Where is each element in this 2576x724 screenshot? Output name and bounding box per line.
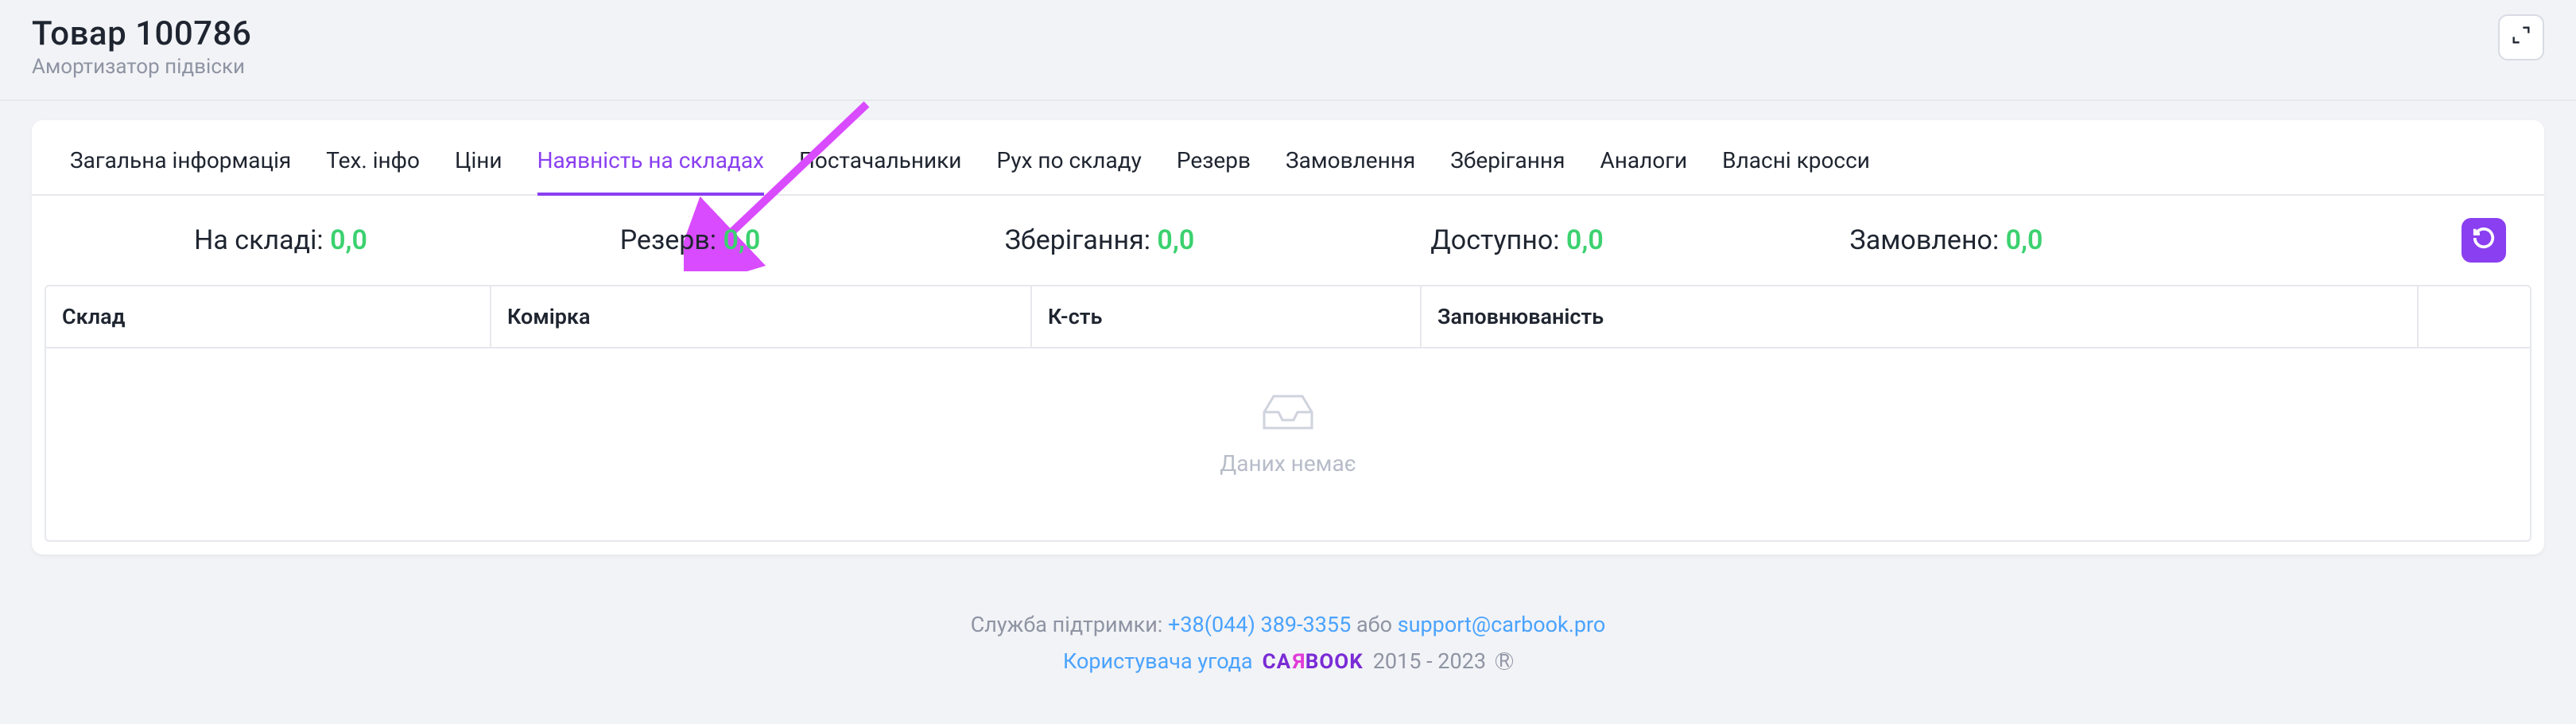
stat-label: Резерв: (620, 224, 724, 256)
stat-storage: Зберігання: 0,0 (889, 224, 1310, 256)
tab-suppliers[interactable]: Постачальники (799, 147, 962, 196)
support-phone-link[interactable]: +38(044) 389-3355 (1168, 612, 1351, 637)
stat-label: Замовлено: (1850, 224, 2006, 256)
col-cell: Комірка (491, 286, 1032, 348)
refresh-button[interactable] (2462, 218, 2506, 263)
stat-ordered: Замовлено: 0,0 (1724, 224, 2169, 256)
stat-reserve: Резерв: 0,0 (491, 224, 889, 256)
tab-stock-movement[interactable]: Рух по складу (996, 147, 1141, 196)
empty-state: Даних немає (46, 348, 2530, 540)
page-header: Товар 100786 Амортизатор підвіски (0, 0, 2576, 101)
stat-value: 0,0 (330, 224, 367, 256)
col-qty: К-сть (1032, 286, 1422, 348)
support-email-link[interactable]: support@carbook.pro (1398, 612, 1606, 637)
table-header: Склад Комірка К-сть Заповнюваність (46, 286, 2530, 348)
registered-icon: R (1496, 652, 1513, 670)
tab-analogs[interactable]: Аналоги (1600, 147, 1687, 196)
stat-label: Доступно: (1430, 224, 1566, 256)
col-fill: Заповнюваність (1422, 286, 2419, 348)
stock-table: Склад Комірка К-сть Заповнюваність Даних… (45, 285, 2531, 542)
col-warehouse: Склад (46, 286, 491, 348)
brand-logo: CARBOOK (1263, 648, 1364, 674)
col-actions (2419, 286, 2530, 348)
footer-support-line: Служба підтримки: +38(044) 389-3355 або … (0, 612, 2576, 637)
stat-in-stock: На складі: 0,0 (70, 224, 491, 256)
page-title: Товар 100786 (32, 14, 251, 53)
empty-text: Даних немає (46, 450, 2530, 477)
stat-value: 0,0 (1566, 224, 1604, 256)
stat-available: Доступно: 0,0 (1310, 224, 1724, 256)
tab-general-info[interactable]: Загальна інформація (70, 147, 291, 196)
tabs: Загальна інформація Тех. інфо Ціни Наявн… (32, 120, 2544, 196)
header-actions (2498, 14, 2544, 60)
tab-prices[interactable]: Ціни (455, 147, 502, 196)
footer: Служба підтримки: +38(044) 389-3355 або … (0, 574, 2576, 698)
fullscreen-button[interactable] (2498, 14, 2544, 60)
inbox-icon (46, 388, 2530, 436)
stat-label: Зберігання: (1005, 224, 1158, 256)
support-or: або (1356, 612, 1398, 637)
footer-row2: Користувача угода CARBOOK 2015 - 2023 R (0, 648, 2576, 674)
tab-tech-info[interactable]: Тех. інфо (326, 147, 420, 196)
stats-row: На складі: 0,0 Резерв: 0,0 Зберігання: 0… (32, 196, 2544, 285)
stat-value: 0,0 (1157, 224, 1194, 256)
tab-storage[interactable]: Зберігання (1450, 147, 1565, 196)
stat-label: На складі: (194, 224, 330, 256)
header-title-block: Товар 100786 Амортизатор підвіски (32, 14, 251, 79)
stat-value: 0,0 (2006, 224, 2043, 256)
tab-own-crosses[interactable]: Власні кросси (1722, 147, 1870, 196)
user-agreement-link[interactable]: Користувача угода (1063, 648, 1253, 674)
tab-orders[interactable]: Замовлення (1286, 147, 1415, 196)
main-panel: Загальна інформація Тех. інфо Ціни Наявн… (32, 120, 2544, 555)
tab-reserve[interactable]: Резерв (1177, 147, 1251, 196)
fullscreen-icon (2510, 24, 2532, 52)
page-subtitle: Амортизатор підвіски (32, 55, 251, 79)
refresh-icon (2472, 226, 2496, 255)
stat-value: 0,0 (723, 224, 760, 256)
footer-years: 2015 - 2023 (1373, 648, 1486, 674)
support-label: Служба підтримки: (971, 612, 1168, 637)
tab-stock-availability[interactable]: Наявність на складах (537, 147, 764, 196)
